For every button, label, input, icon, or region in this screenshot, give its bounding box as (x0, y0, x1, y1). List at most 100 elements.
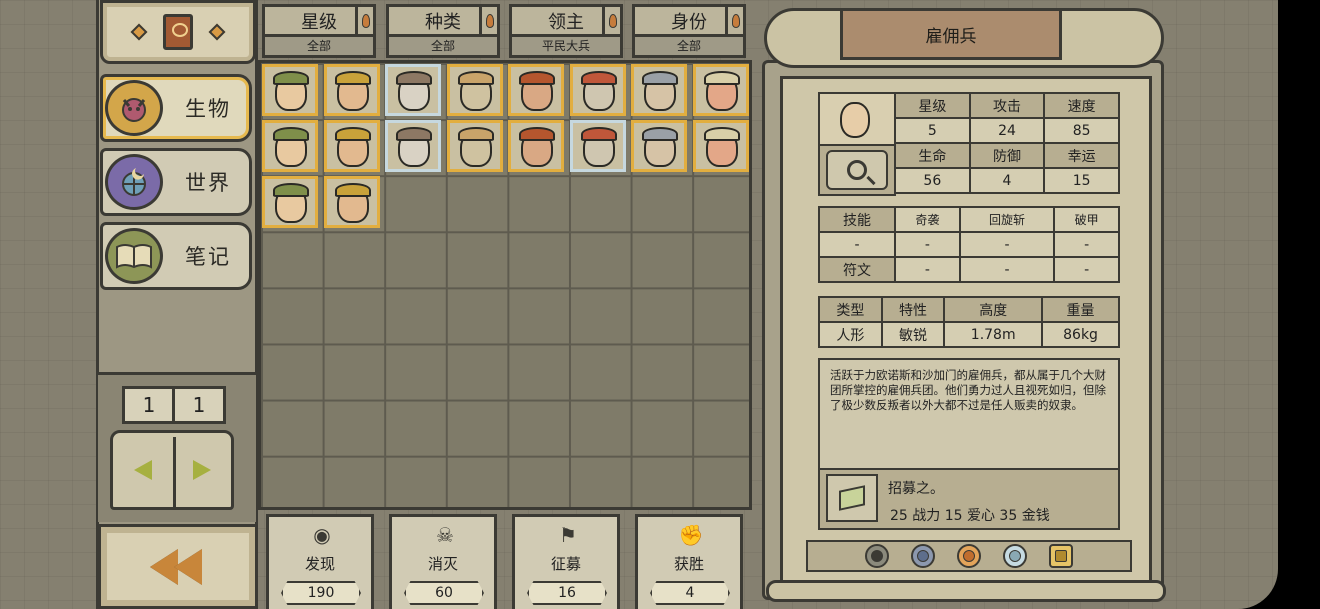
creature-card[interactable] (446, 120, 503, 172)
diamond-ornament-icon (208, 23, 226, 41)
creature-hair-icon (580, 127, 617, 141)
creature-card[interactable] (323, 120, 380, 172)
globe-icon (105, 154, 163, 210)
creature-card[interactable] (446, 64, 503, 116)
creature-card[interactable] (323, 64, 380, 116)
creature-card[interactable] (569, 120, 626, 172)
trait-header: 特性 (880, 296, 946, 323)
creature-card[interactable] (385, 120, 441, 172)
filter-label: 星级 (301, 11, 337, 33)
filter-pin-icon (355, 7, 373, 34)
filter-identity[interactable]: 身份 全部 (632, 4, 746, 58)
skull-icon: ☠ (436, 523, 454, 547)
filter-star[interactable]: 星级 全部 (262, 4, 376, 58)
attr-header: 防御 (968, 142, 1046, 169)
next-page-button[interactable] (192, 460, 211, 480)
sidebar-item-world[interactable]: 世界 (100, 148, 252, 216)
creature-hair-icon (334, 71, 371, 85)
skill-value: - (958, 231, 1056, 258)
runes-label: 符文 (818, 256, 896, 283)
attr-value: 56 (894, 167, 971, 194)
stat-label: 获胜 (673, 555, 704, 573)
lock-icon[interactable] (1049, 544, 1073, 568)
silver-badge-icon[interactable] (911, 544, 935, 568)
creature-card[interactable] (692, 64, 749, 116)
scroll-roll-bottom (766, 580, 1166, 602)
creature-card[interactable] (508, 64, 564, 116)
back-button[interactable] (98, 524, 258, 609)
skills-label: 技能 (818, 206, 896, 233)
creature-card[interactable] (262, 176, 318, 228)
creature-hair-icon (642, 71, 678, 85)
filter-lord[interactable]: 领主 平民大兵 (509, 4, 623, 58)
sidebar-item-creatures[interactable]: 生物 (100, 74, 252, 142)
recruit-flag-button[interactable] (826, 474, 878, 522)
creature-card[interactable] (262, 120, 318, 172)
page-current: 1 (122, 386, 176, 424)
stat-discovered[interactable]: ◉ 发现 190 (266, 514, 374, 609)
screen-edge (1278, 0, 1320, 609)
stat-recruited[interactable]: ⚑ 征募 16 (512, 514, 620, 609)
attr-value: 85 (1043, 117, 1120, 144)
creature-card[interactable] (692, 120, 749, 172)
creature-card[interactable] (508, 120, 564, 172)
creature-title: 雇佣兵 (840, 8, 1062, 60)
creature-description: 活跃于力欧诺斯和沙加门的雇佣兵，都从属于几个大财团所掌控的雇佣兵团。他们勇力过人… (830, 368, 1106, 412)
trait-value: 人形 (818, 321, 883, 348)
creature-card[interactable] (569, 64, 626, 116)
filter-label: 身份 (671, 11, 707, 33)
creature-hair-icon (457, 127, 494, 141)
skill-name: 回旋斩 (958, 206, 1056, 233)
skill-value: - (1053, 231, 1120, 258)
creature-hair-icon (703, 127, 740, 141)
creature-hair-icon (642, 127, 678, 141)
trait-value: 1.78m (943, 321, 1044, 348)
attr-value: 4 (968, 167, 1046, 194)
stat-eliminated[interactable]: ☠ 消灭 60 (389, 514, 497, 609)
trait-header: 重量 (1041, 296, 1120, 323)
stat-victories[interactable]: ✊ 获胜 4 (635, 514, 743, 609)
filter-value: 全部 (306, 39, 331, 53)
inspect-button[interactable] (826, 150, 888, 190)
stat-value: 60 (404, 581, 484, 605)
sidebar-item-notes[interactable]: 笔记 (100, 222, 252, 290)
creature-hair-icon (273, 183, 309, 197)
gold-badge-icon[interactable] (957, 544, 981, 568)
bronze-badge-icon[interactable] (865, 544, 889, 568)
creature-card[interactable] (262, 64, 318, 116)
rewind-icon (150, 548, 202, 585)
prev-page-button[interactable] (133, 460, 152, 480)
creature-card[interactable] (631, 120, 687, 172)
skills-table: 技能 奇袭 回旋斩 破甲 - - - - 符文 - - - (818, 206, 1120, 283)
diamond-ornament-icon (130, 23, 148, 41)
filter-value: 全部 (676, 39, 701, 53)
creature-card[interactable] (385, 64, 441, 116)
attribute-table: 星级 攻击 速度 5 24 85 生命 防御 幸运 56 4 15 (894, 92, 1120, 194)
demon-icon (105, 80, 163, 136)
attr-value: 5 (894, 117, 971, 144)
platinum-badge-icon[interactable] (1003, 544, 1027, 568)
flag-icon: ⚑ (559, 523, 577, 547)
creature-card[interactable] (323, 176, 380, 228)
fist-icon: ✊ (678, 523, 704, 547)
creature-card[interactable] (631, 64, 687, 116)
filter-type[interactable]: 种类 全部 (386, 4, 500, 58)
creature-hair-icon (396, 127, 432, 141)
filter-pin-icon (479, 7, 497, 34)
magnifier-icon (847, 160, 867, 180)
attr-header: 攻击 (968, 92, 1046, 119)
attr-header: 星级 (894, 92, 971, 119)
sidebar-item-label: 世界 (185, 171, 231, 195)
rune-value: - (958, 256, 1056, 283)
filter-value: 平民大兵 (541, 39, 590, 53)
rune-value: - (1053, 256, 1120, 283)
recruit-cost: 25 战力 15 爱心 35 金钱 (890, 508, 1050, 524)
creature-hair-icon (334, 127, 371, 141)
stat-label: 消灭 (427, 555, 458, 573)
sidebar-item-label: 生物 (185, 97, 231, 121)
attr-value: 24 (968, 117, 1046, 144)
trait-value: 敏锐 (880, 321, 946, 348)
codex-logo (100, 0, 256, 64)
stat-label: 征募 (550, 555, 581, 573)
skill-value: - (818, 231, 896, 258)
